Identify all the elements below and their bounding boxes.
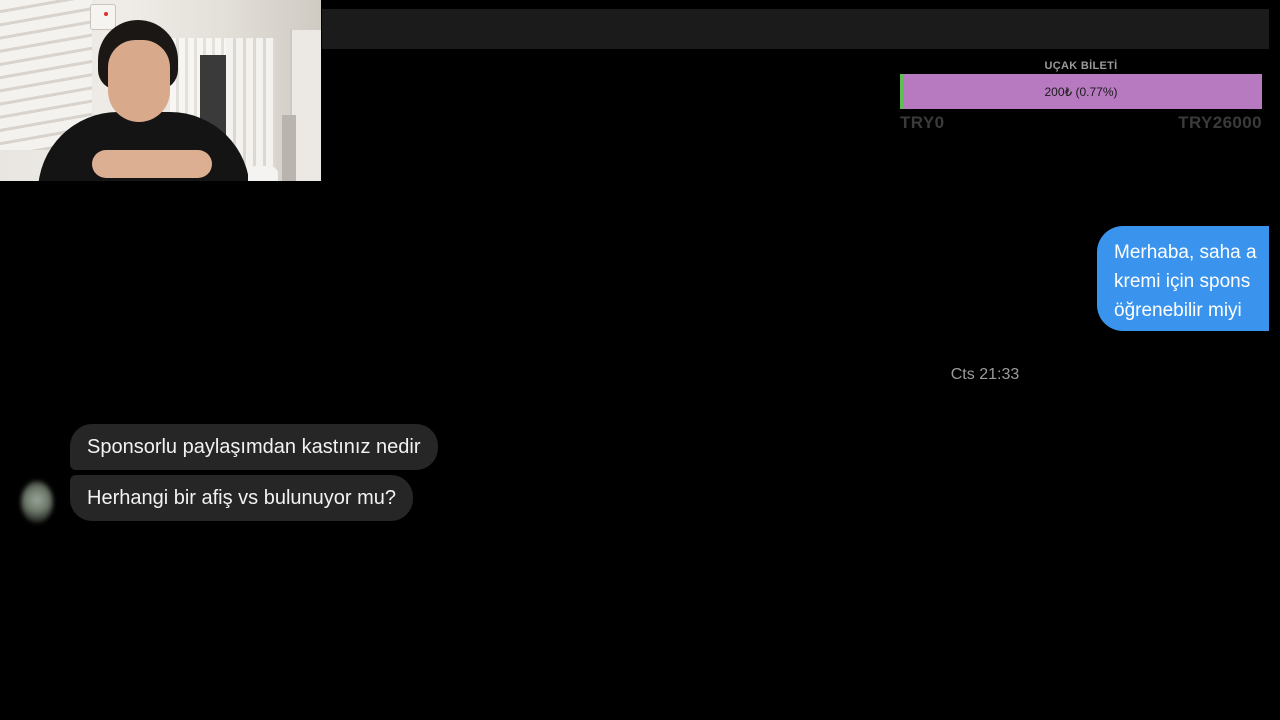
pillow bbox=[248, 166, 278, 181]
outgoing-message-line: Merhaba, saha a bbox=[1114, 242, 1257, 263]
goal-range: TRY0 TRY26000 bbox=[900, 113, 1262, 133]
goal-min-label: TRY0 bbox=[900, 113, 945, 132]
air-conditioner bbox=[90, 4, 116, 30]
streamer-hands bbox=[92, 150, 212, 178]
right-edge-mask bbox=[1269, 0, 1280, 720]
goal-max-label: TRY26000 bbox=[1178, 113, 1262, 132]
stream-stage: UÇAK BİLETİ 200₺ (0.77%) TRY0 TRY26000 M… bbox=[0, 0, 1280, 720]
streamer-face bbox=[108, 40, 170, 122]
chat-header-bar bbox=[322, 9, 1269, 49]
donation-goal-widget: UÇAK BİLETİ 200₺ (0.77%) TRY0 TRY26000 bbox=[900, 58, 1262, 133]
clothes-rack bbox=[282, 115, 296, 181]
outgoing-message-line: kremi için spons bbox=[1114, 271, 1251, 292]
incoming-message-bubble[interactable]: Sponsorlu paylaşımdan kastınız nedir bbox=[70, 424, 438, 470]
webcam-overlay bbox=[0, 0, 321, 181]
goal-title: UÇAK BİLETİ bbox=[1044, 60, 1118, 72]
sender-avatar[interactable] bbox=[21, 481, 53, 523]
outgoing-message-bubble[interactable]: Merhaba, saha a kremi için spons öğreneb… bbox=[1097, 226, 1280, 331]
goal-progress-text: 200₺ (0.77%) bbox=[1044, 84, 1118, 99]
outgoing-message-line: öğrenebilir miyi bbox=[1114, 300, 1242, 321]
message-timestamp: Cts 21:33 bbox=[950, 366, 1020, 383]
goal-progress-bar: 200₺ (0.77%) bbox=[900, 74, 1262, 109]
incoming-message-bubble[interactable]: Herhangi bir afiş vs bulunuyor mu? bbox=[70, 475, 414, 521]
